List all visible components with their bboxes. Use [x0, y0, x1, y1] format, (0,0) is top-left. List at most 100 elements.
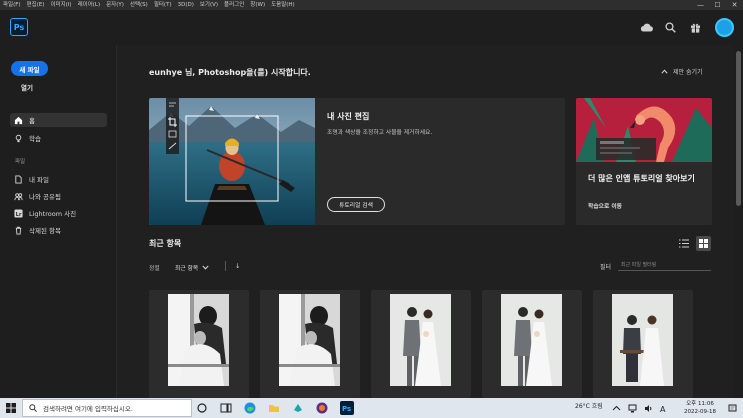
sidebar-item-deleted[interactable]: 삭제된 항목 — [10, 223, 107, 237]
minimize-button[interactable]: — — [692, 0, 709, 10]
menu-layer[interactable]: 레이어(L) — [75, 0, 104, 10]
photoshop-logo[interactable]: Ps — [10, 18, 28, 36]
recent-file-thumbnail[interactable] — [371, 290, 471, 398]
clock-time: 오후 11:06 — [686, 401, 714, 407]
kayak-photo — [149, 98, 315, 225]
cloud-icon[interactable] — [639, 20, 653, 34]
home-icon — [14, 116, 23, 124]
new-file-button[interactable]: 새 파일 — [11, 61, 48, 76]
sort-label: 정렬 — [149, 266, 160, 272]
search-icon[interactable] — [663, 20, 677, 34]
task-view-icon[interactable] — [196, 402, 208, 414]
system-clock[interactable]: 오후 11:06 2022-09-18 — [684, 400, 716, 416]
files-section-label: 파일 — [15, 159, 26, 165]
menu-file[interactable]: 파일(F) — [0, 0, 24, 10]
clock-date: 2022-09-18 — [684, 409, 716, 415]
taskbar-search-placeholder: 검색하려면 여기에 입력하십시오. — [43, 405, 133, 413]
grid-view-button[interactable] — [696, 236, 711, 251]
more-tutorials-title: 더 많은 인앱 튜토리얼 찾아보기 — [588, 174, 695, 183]
list-view-button[interactable] — [677, 237, 690, 250]
sidebar-item-shared[interactable]: 나와 공유됨 — [10, 189, 107, 203]
recent-file-thumbnail[interactable] — [593, 290, 693, 398]
sort-dropdown[interactable]: 최근 항목 — [175, 263, 209, 272]
gift-icon[interactable] — [688, 20, 702, 34]
wedding-photo-standing — [501, 294, 562, 386]
sidebar-item-label: 학습 — [29, 135, 41, 143]
maximize-button[interactable]: ☐ — [709, 0, 726, 10]
divider — [225, 261, 226, 271]
open-button[interactable]: 열기 — [21, 82, 33, 92]
chevron-up-icon — [661, 69, 668, 74]
sort-value: 최근 항목 — [175, 266, 199, 272]
hide-suggestions-button[interactable]: 제안 숨기기 — [661, 67, 703, 76]
recent-file-thumbnail[interactable] — [482, 290, 582, 398]
avatar[interactable] — [715, 18, 734, 37]
wedding-photo-bw — [279, 294, 340, 386]
recent-file-thumbnail[interactable] — [260, 290, 360, 398]
edit-photo-card[interactable]: 내 사진 편집 조명과 색상을 조정하고 사물을 제거하세요. 튜토리얼 검색 — [149, 98, 565, 225]
file-explorer-icon[interactable] — [268, 402, 280, 414]
menu-select[interactable]: 선택(S) — [127, 0, 151, 10]
sidebar-item-label: Lightroom 사진 — [29, 210, 77, 218]
main-scrollbar[interactable] — [734, 45, 743, 398]
sidebar-item-learn[interactable]: 학습 — [10, 131, 107, 145]
main-content: eunhye 님, Photoshop을(를) 시작합니다. 제안 숨기기 내 … — [118, 45, 734, 398]
filter-input[interactable] — [618, 259, 711, 271]
widgets-icon[interactable] — [220, 402, 232, 414]
taskbar-search-input[interactable]: 검색하려면 여기에 입력하십시오. — [22, 399, 192, 417]
wedding-photo-seated — [612, 294, 673, 386]
sidebar-item-my-files[interactable]: 내 파일 — [10, 172, 107, 186]
trash-icon — [15, 226, 22, 235]
app-header: Ps — [0, 10, 743, 45]
search-tutorials-button[interactable]: 튜토리얼 검색 — [327, 197, 385, 212]
menu-edit[interactable]: 편집(E) — [24, 0, 48, 10]
wedding-photo-standing — [390, 294, 451, 386]
edge-browser-icon[interactable] — [244, 402, 256, 414]
volume-icon[interactable] — [644, 404, 653, 413]
people-icon — [14, 192, 23, 200]
lightroom-icon: Lr — [14, 208, 23, 217]
wedding-photo-bw — [168, 294, 229, 386]
sidebar-item-label: 삭제된 항목 — [29, 227, 61, 235]
svg-text:Ps: Ps — [342, 405, 351, 413]
sidebar-item-label: 나와 공유됨 — [29, 193, 61, 201]
welcome-title: eunhye 님, Photoshop을(를) 시작합니다. — [149, 68, 311, 77]
windows-taskbar: 검색하려면 여기에 입력하십시오. Ps 26°C 흐림 A 오후 11:06 … — [0, 398, 743, 418]
svg-text:Lr: Lr — [16, 211, 22, 217]
scrollbar-thumb[interactable] — [736, 51, 741, 206]
more-tutorials-card[interactable]: 더 많은 인앱 튜토리얼 찾아보기 학습으로 이동 — [576, 98, 712, 225]
recent-file-thumbnail[interactable] — [149, 290, 249, 398]
chevron-up-icon[interactable] — [612, 404, 621, 413]
language-icon[interactable]: A — [660, 404, 669, 413]
menu-filter[interactable]: 필터(T) — [151, 0, 175, 10]
edit-photo-title: 내 사진 편집 — [327, 112, 370, 121]
weather-status[interactable]: 26°C 흐림 — [575, 401, 603, 410]
menu-window[interactable]: 창(W) — [247, 0, 268, 10]
sidebar-item-home[interactable]: 홈 — [10, 113, 107, 127]
menu-help[interactable]: 도움말(H) — [268, 0, 298, 10]
firefox-icon[interactable] — [316, 402, 328, 414]
window-controls: — ☐ ✕ — [692, 0, 743, 10]
sidebar-item-lightroom[interactable]: Lr Lightroom 사진 — [10, 206, 107, 220]
network-icon[interactable] — [628, 404, 637, 413]
photoshop-home-window: 파일(F) 편집(E) 이미지(I) 레이어(L) 문자(Y) 선택(S) 필터… — [0, 0, 743, 418]
menu-image[interactable]: 이미지(I) — [47, 0, 74, 10]
menu-view[interactable]: 보기(V) — [197, 0, 221, 10]
svg-text:A: A — [660, 405, 666, 413]
sidebar-item-label: 홈 — [29, 117, 35, 125]
menu-type[interactable]: 문자(Y) — [103, 0, 127, 10]
close-button[interactable]: ✕ — [726, 0, 743, 10]
sort-direction-button[interactable]: ↓ — [235, 262, 240, 270]
windows-start-icon[interactable] — [6, 403, 16, 413]
store-app-icon[interactable] — [292, 402, 304, 414]
menu-3d[interactable]: 3D(D) — [175, 0, 197, 10]
file-icon — [15, 174, 22, 184]
menu-plugins[interactable]: 플러그인 — [221, 0, 247, 10]
edit-photo-description: 조명과 색상을 조정하고 사물을 제거하세요. — [327, 130, 433, 136]
search-icon — [29, 404, 37, 412]
chevron-down-icon — [202, 265, 209, 270]
go-to-learn-link[interactable]: 학습으로 이동 — [588, 201, 622, 210]
notification-icon[interactable] — [728, 404, 737, 413]
recent-section-title: 최근 항목 — [149, 239, 182, 248]
photoshop-taskbar-icon[interactable]: Ps — [340, 401, 354, 415]
